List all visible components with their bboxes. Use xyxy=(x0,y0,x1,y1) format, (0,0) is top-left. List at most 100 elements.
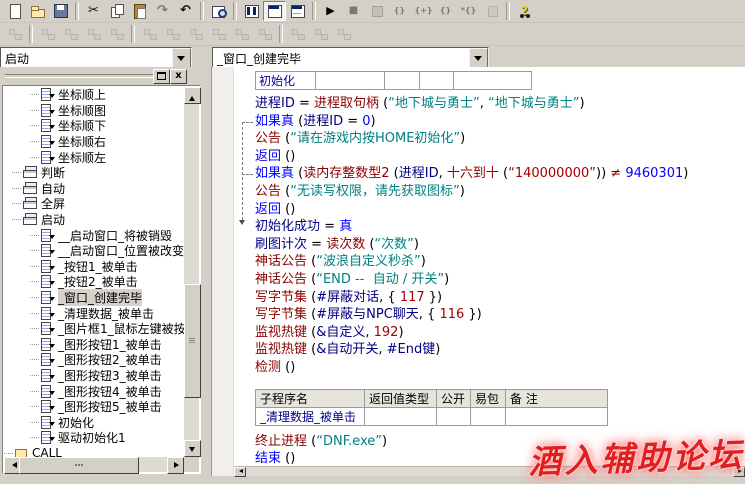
window-split-vertical-button[interactable] xyxy=(240,1,263,21)
code-token: ( xyxy=(307,434,316,449)
align-grid-icon xyxy=(7,26,23,42)
panel-close-button[interactable]: x xyxy=(170,69,187,84)
paste-button[interactable] xyxy=(128,1,151,21)
code-line[interactable]: 初始化成功 = 真 xyxy=(255,218,745,236)
tree-item[interactable]: 初始化 xyxy=(4,414,184,430)
code-line[interactable]: 监视热键 (&自动开关, #End键) xyxy=(255,341,745,359)
tree-item[interactable]: __启动窗口_将被销毁 xyxy=(4,227,184,243)
tree-item[interactable]: 坐标顺右 xyxy=(4,134,184,150)
tree-connector xyxy=(30,110,39,111)
tree-item[interactable]: _窗口_创建完毕 xyxy=(4,290,184,306)
section-combo[interactable]: 启动 xyxy=(0,47,192,69)
chevron-down-icon[interactable] xyxy=(469,48,488,68)
same-width-icon xyxy=(290,26,306,42)
copy-button[interactable] xyxy=(105,1,128,21)
toolbar-separator xyxy=(131,25,135,43)
panel-grip[interactable] xyxy=(5,74,163,78)
tree-item[interactable]: 启动 xyxy=(4,212,184,228)
code-line[interactable]: 如果真 (读内存整数型2 (进程ID, 十六到十 (“140000000”)) … xyxy=(255,165,745,183)
sub-icon xyxy=(41,244,55,257)
code-line[interactable]: 神话公告 (“END -- 自动 / 开关”) xyxy=(255,271,745,289)
tree-item[interactable]: 全屏 xyxy=(4,196,184,212)
tree-item[interactable]: 自动 xyxy=(4,181,184,197)
code-line[interactable]: 写字节集 (#屏蔽对话, { 117 }) xyxy=(255,289,745,307)
tree-item[interactable]: 坐标顺图 xyxy=(4,103,184,119)
open-button[interactable] xyxy=(26,1,49,21)
project-tree-client: 坐标顺上坐标顺图坐标顺下坐标顺右坐标顺左判断自动全屏启动__启动窗口_将被销毁_… xyxy=(2,85,201,474)
tree-item[interactable]: _图形按钮1_被单击 xyxy=(4,337,184,353)
code-line[interactable]: 公告 (“无读写权限，请先获取图标”) xyxy=(255,183,745,201)
tree-item[interactable]: _按钮2_被单击 xyxy=(4,274,184,290)
folder-icon xyxy=(23,197,38,210)
scroll-thumb[interactable] xyxy=(19,457,139,474)
window-maximized-button[interactable] xyxy=(263,1,286,21)
align-middle-vertical-button xyxy=(207,24,230,44)
tree-item-label: _图形按钮2_被单击 xyxy=(58,351,162,368)
tree-item[interactable]: _图形按钮3_被单击 xyxy=(4,368,184,384)
chevron-down-icon[interactable] xyxy=(172,48,191,68)
window-split-grid-button[interactable] xyxy=(286,1,309,21)
code-token: 读内存整数型2 xyxy=(303,166,389,181)
tree-item[interactable]: 坐标顺下 xyxy=(4,118,184,134)
event-combo[interactable]: _窗口_创建完毕 xyxy=(212,47,489,69)
code-line[interactable]: 刷图计次 = 读次数 (“次数”) xyxy=(255,236,745,254)
undo-button[interactable]: ↶ xyxy=(174,1,197,21)
code-editor[interactable]: 初始化 进程ID = 进程取句柄 (“地下城与勇士”, “地下城与勇士”)如果真… xyxy=(211,67,745,476)
help-find-icon: ? xyxy=(517,3,533,19)
code-line[interactable]: 检测 () xyxy=(255,359,745,377)
code-line[interactable]: 监视热键 (&自定义, 192) xyxy=(255,324,745,342)
code-line[interactable]: 如果真 (进程ID = 0) xyxy=(255,113,745,131)
sub-icon xyxy=(41,400,55,413)
folder-icon xyxy=(23,166,38,179)
scroll-thumb[interactable] xyxy=(184,284,201,398)
code-line[interactable]: 进程ID = 进程取句柄 (“地下城与勇士”, “地下城与勇士”) xyxy=(255,95,745,113)
tree-item[interactable]: 驱动初始化1 xyxy=(4,430,184,446)
panel-maximize-button[interactable] xyxy=(153,69,170,84)
space-evenly-horizontal-button xyxy=(230,24,253,44)
tree-horizontal-scrollbar[interactable] xyxy=(4,457,184,472)
subroutine-table-header-cell: 子程序名 xyxy=(256,389,365,407)
tree-item[interactable]: 坐标顺左 xyxy=(4,149,184,165)
tree-item[interactable]: _清理数据_被单击 xyxy=(4,305,184,321)
help-find-button[interactable]: ? xyxy=(513,1,536,21)
code-line[interactable]: 返回 () xyxy=(255,148,745,166)
save-button[interactable] xyxy=(49,1,72,21)
panel-splitter[interactable] xyxy=(203,67,211,476)
code-token: 检测 xyxy=(255,360,281,375)
tree-item[interactable]: _图形按钮4_被单击 xyxy=(4,383,184,399)
subroutine-table-cell xyxy=(365,407,437,425)
scroll-up-icon[interactable] xyxy=(184,87,201,104)
sub-icon xyxy=(41,119,55,132)
step-into-icon: {} xyxy=(392,3,408,19)
scroll-down-icon[interactable] xyxy=(184,440,201,457)
run-button[interactable]: ▶ xyxy=(319,1,342,21)
subroutine-table: 子程序名返回值类型公开易包备 注 _清理数据_被单击 xyxy=(255,389,608,426)
tree-item[interactable]: _按钮1_被单击 xyxy=(4,259,184,275)
tree-item[interactable]: 坐标顺上 xyxy=(4,87,184,103)
tree-item[interactable]: _图片框1_鼠标左键被按下 xyxy=(4,321,184,337)
tree-vertical-scrollbar[interactable] xyxy=(184,87,199,457)
code-token: ( xyxy=(307,325,316,340)
code-line[interactable]: 神话公告 (“波浪自定义秒杀”) xyxy=(255,253,745,271)
tree-item[interactable]: __启动窗口_位置被改变 xyxy=(4,243,184,259)
code-token: “次数” xyxy=(374,237,413,252)
code-line[interactable]: 写字节集 (#屏蔽与NPC聊天, { 116 }) xyxy=(255,306,745,324)
code-token: ( xyxy=(294,114,303,129)
find-in-code-button[interactable] xyxy=(207,1,230,21)
tree-item[interactable]: 判断 xyxy=(4,165,184,181)
align-toolbar xyxy=(0,23,745,46)
toolbar-separator xyxy=(233,2,237,20)
code-line[interactable]: 返回 () xyxy=(255,201,745,219)
code-line[interactable]: 公告 (“请在游戏内按HOME初始化”) xyxy=(255,130,745,148)
new-button[interactable] xyxy=(3,1,26,21)
scroll-right-icon[interactable] xyxy=(167,457,184,474)
tree-item[interactable]: _图形按钮5_被单击 xyxy=(4,399,184,415)
selector-row: 启动 _窗口_创建完毕 xyxy=(0,46,745,69)
code-token: 进程取句柄 xyxy=(314,96,379,111)
cut-button[interactable]: ✂ xyxy=(82,1,105,21)
tree-item[interactable]: CALL xyxy=(4,446,184,457)
debug-button xyxy=(365,1,388,21)
tree-item[interactable]: _图形按钮2_被单击 xyxy=(4,352,184,368)
step-into-button: {} xyxy=(388,1,411,21)
code-token: , xyxy=(378,342,386,357)
